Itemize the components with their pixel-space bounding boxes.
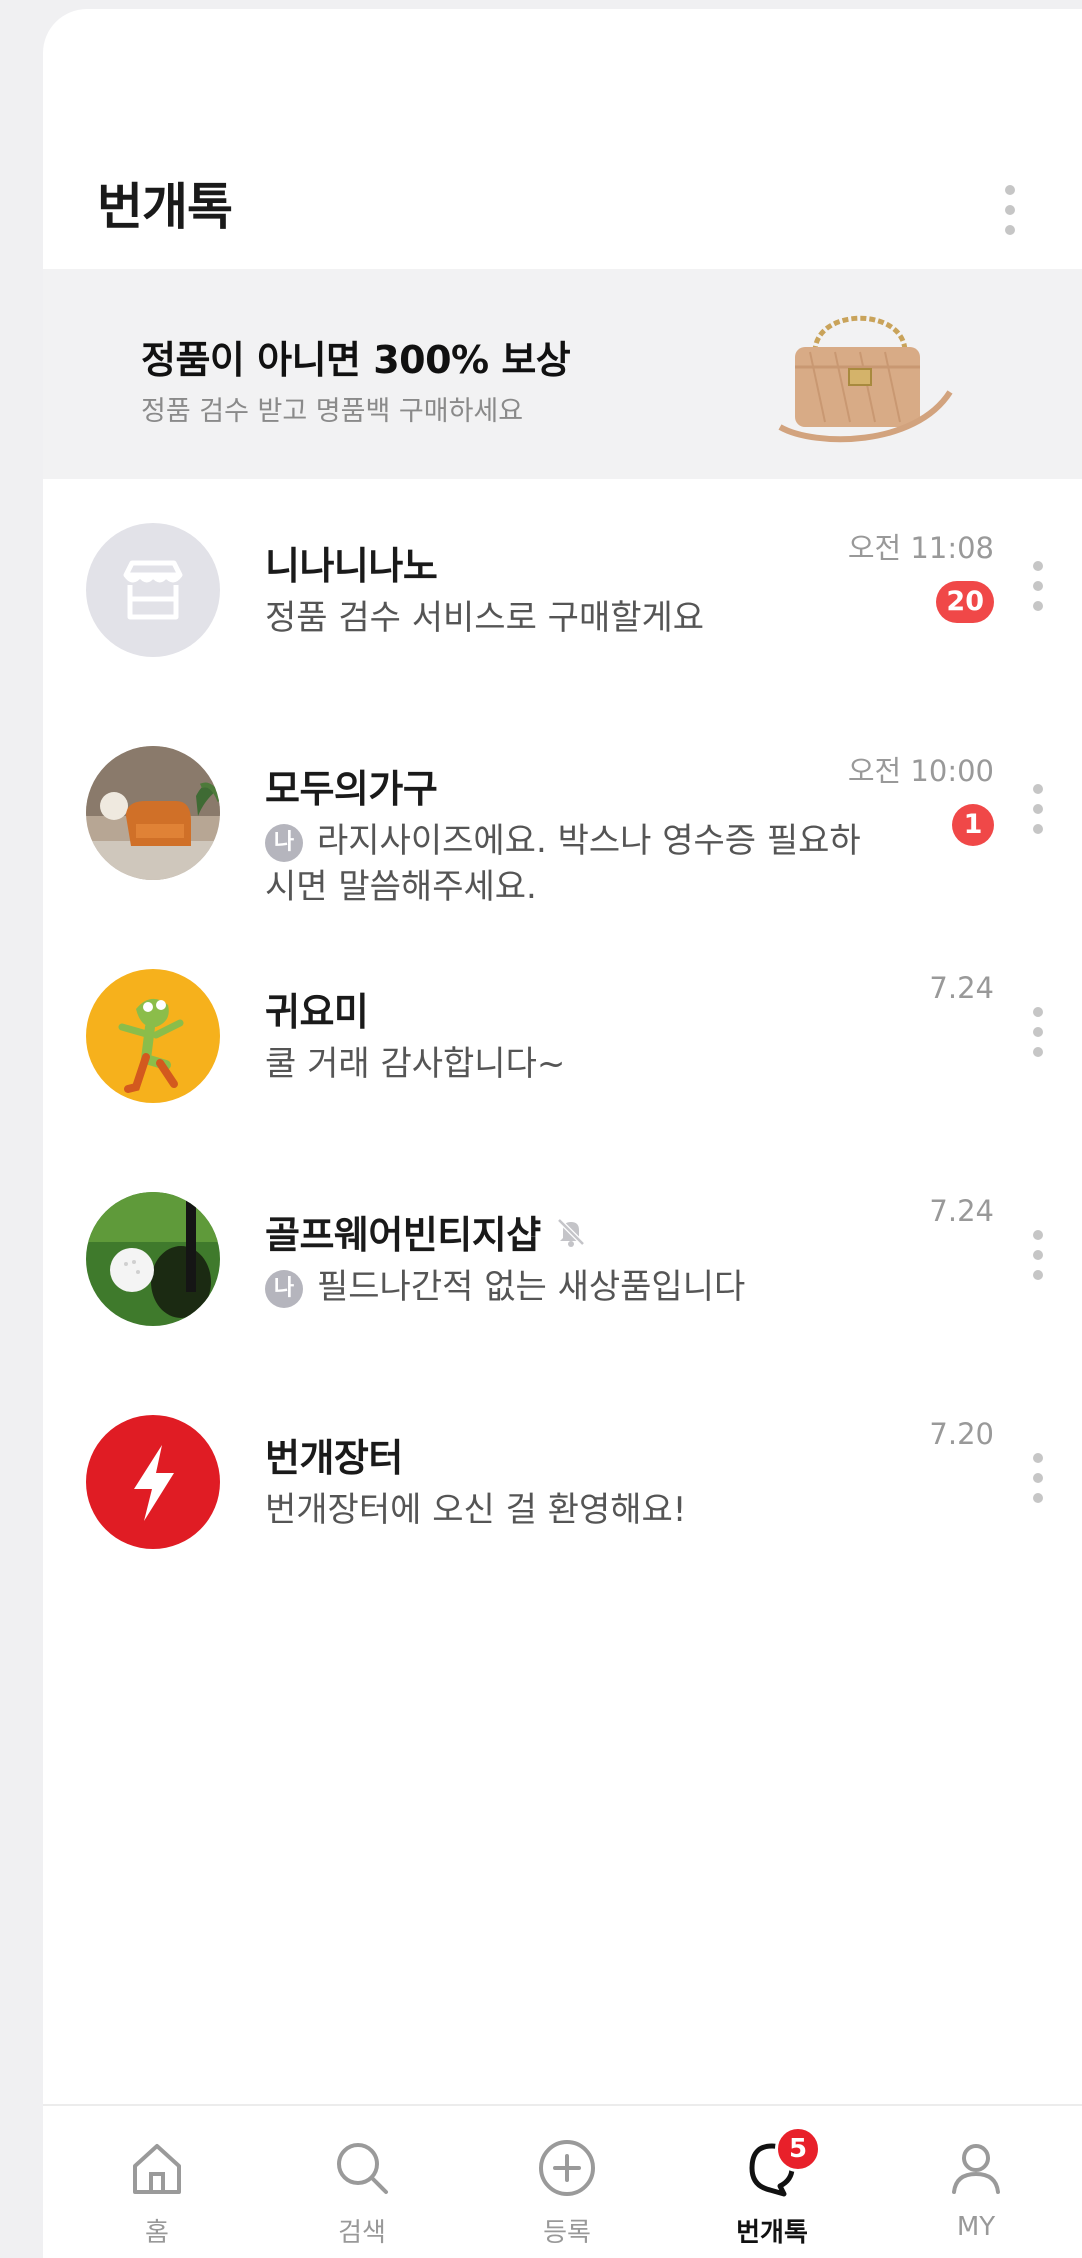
nav-search-label: 검색 <box>338 2218 386 2248</box>
chat-more-icon[interactable] <box>1018 1220 1058 1290</box>
chat-badge: 5 <box>775 2126 821 2172</box>
home-icon <box>133 2144 181 2194</box>
chat-last-message: 나 필드나간적 없는 새상품입니다 <box>265 1264 865 1310</box>
plus-circle-icon <box>539 2140 595 2196</box>
chat-more-icon[interactable] <box>1018 997 1058 1067</box>
promo-banner[interactable]: 정품이 아니면 300% 보상 정품 검수 받고 명품백 구매하세요 <box>43 269 1082 479</box>
more-options-icon[interactable] <box>990 175 1030 245</box>
chat-name: 번개장터 <box>265 1436 403 1480</box>
chat-time: 7.24 <box>929 971 994 1005</box>
me-badge: 나 <box>265 824 303 862</box>
chat-name: 골프웨어빈티지샵 <box>265 1204 589 1259</box>
golf-avatar <box>86 1192 220 1326</box>
chat-list-item[interactable]: 골프웨어빈티지샵 나 필드나간적 없는 새상품입니다 7.24 <box>43 1148 1082 1368</box>
nav-register[interactable]: 등록 <box>502 2106 632 2258</box>
app-screen: 번개톡 정품이 아니면 300% 보상 정품 검수 받고 명품백 구매하세요 니… <box>43 9 1082 2258</box>
chat-list-item[interactable]: 니나니나노 정품 검수 서비스로 구매할게요 오전 11:08 20 <box>43 479 1082 699</box>
nav-my-label: MY <box>956 2212 996 2242</box>
chat-list-item[interactable]: 귀요미 쿨 거래 감사합니다~ 7.24 <box>43 925 1082 1145</box>
mute-bell-icon <box>556 1217 585 1247</box>
chat-name: 니나니나노 <box>265 544 438 588</box>
header: 번개톡 <box>43 9 1082 269</box>
chat-list-item[interactable]: 번개장터 번개장터에 오신 걸 환영해요! 7.20 <box>43 1371 1082 1591</box>
nav-home-label: 홈 <box>145 2218 169 2248</box>
bottom-nav: 홈 검색 등록 5 번개톡 MY <box>43 2104 1082 2258</box>
chat-more-icon[interactable] <box>1018 1443 1058 1513</box>
chat-name: 귀요미 <box>265 990 369 1034</box>
unread-badge: 20 <box>936 581 994 623</box>
store-avatar <box>86 523 220 657</box>
user-icon <box>952 2144 1000 2194</box>
chat-last-message: 정품 검수 서비스로 구매할게요 <box>265 598 705 638</box>
chat-time: 7.24 <box>929 1194 994 1228</box>
nav-register-label: 등록 <box>543 2218 591 2248</box>
handbag-image <box>778 315 953 443</box>
chat-more-icon[interactable] <box>1018 551 1058 621</box>
chat-time: 오전 10:00 <box>847 754 994 788</box>
page-title: 번개톡 <box>97 178 233 236</box>
chat-time: 오전 11:08 <box>847 531 994 565</box>
chat-last-message: 번개장터에 오신 걸 환영해요! <box>265 1490 687 1530</box>
frog-avatar <box>86 969 220 1103</box>
me-badge: 나 <box>265 1270 303 1308</box>
nav-search[interactable]: 검색 <box>297 2106 427 2258</box>
chat-more-icon[interactable] <box>1018 774 1058 844</box>
chat-name: 모두의가구 <box>265 767 438 811</box>
nav-chat[interactable]: 5 번개톡 <box>707 2106 837 2258</box>
banner-subtitle: 정품 검수 받고 명품백 구매하세요 <box>141 396 524 427</box>
nav-home[interactable]: 홈 <box>92 2106 222 2258</box>
search-icon <box>337 2143 388 2194</box>
bunjang-avatar <box>86 1415 220 1549</box>
chat-list-item[interactable]: 모두의가구 나 라지사이즈에요. 박스나 영수증 필요하시면 말씀해주세요. 오전… <box>43 702 1082 922</box>
furniture-avatar <box>86 746 220 880</box>
unread-badge: 1 <box>952 804 994 846</box>
banner-title: 정품이 아니면 300% 보상 <box>141 338 571 382</box>
chat-time: 7.20 <box>929 1417 994 1451</box>
chat-last-message: 쿨 거래 감사합니다~ <box>265 1044 566 1084</box>
chat-last-message: 나 라지사이즈에요. 박스나 영수증 필요하시면 말씀해주세요. <box>265 821 861 907</box>
nav-chat-label: 번개톡 <box>736 2218 808 2248</box>
nav-my[interactable]: MY <box>911 2106 1041 2258</box>
